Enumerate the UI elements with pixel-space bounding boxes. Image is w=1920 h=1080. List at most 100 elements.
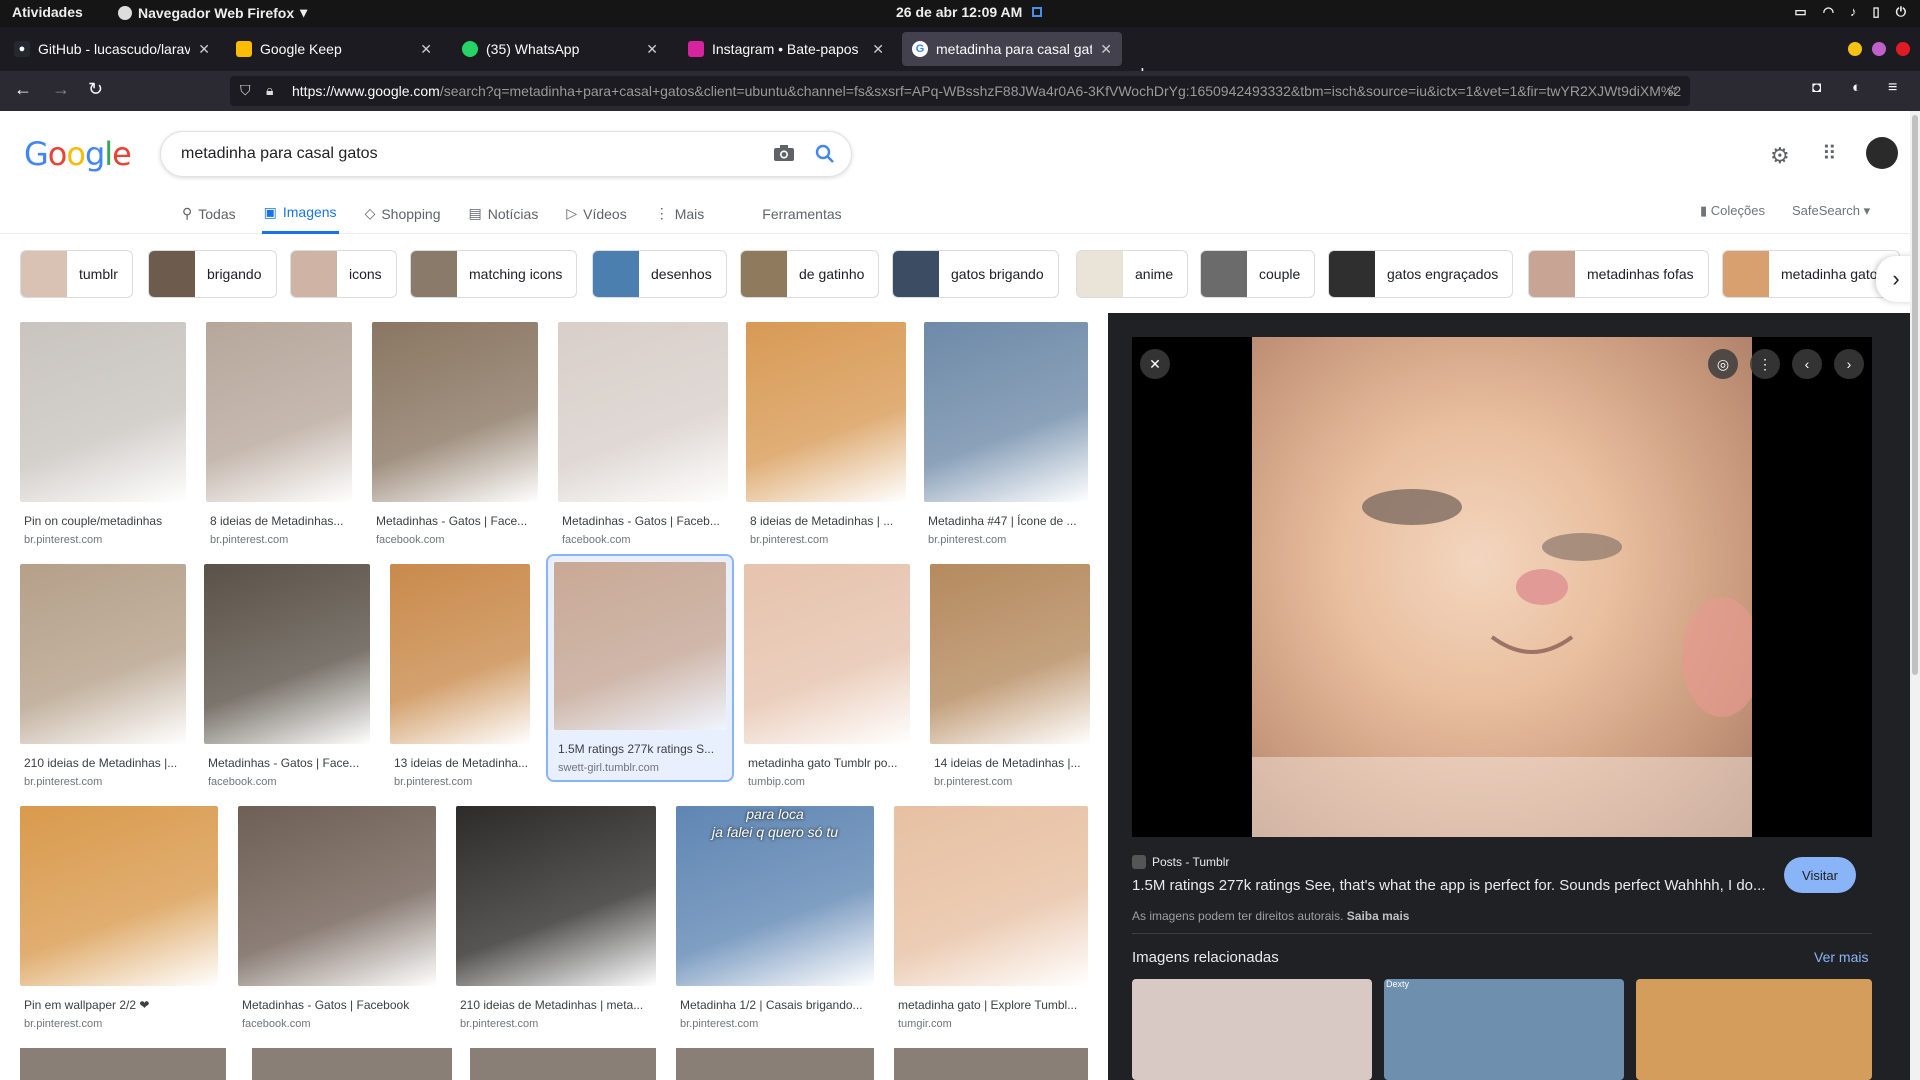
google-lens-icon[interactable]: ◎ [1708,349,1738,379]
image-result[interactable] [894,1048,1088,1080]
tab-google-search[interactable]: G metadinha para casal gatos ✕ [902,32,1122,66]
image-result[interactable] [470,1048,656,1080]
activities-button[interactable]: Atividades [12,4,83,20]
result-source[interactable]: tumbip.com [744,776,910,788]
chip-gatos-brigando[interactable]: gatos brigando [892,250,1059,298]
camera-icon[interactable] [773,144,795,162]
visit-button[interactable]: Visitar [1784,857,1856,893]
more-options-icon[interactable]: ⋮ [1750,349,1780,379]
collections-button[interactable]: ▮ Coleções [1700,203,1765,219]
app-menu[interactable]: Navegador Web Firefox ▾ [118,4,307,21]
related-image[interactable] [1636,979,1872,1080]
tab-imagens[interactable]: ▣ Imagens [261,193,339,234]
chip-tumblr[interactable]: tumblr [20,250,133,298]
result-source[interactable]: br.pinterest.com [924,534,1088,546]
tab-instagram[interactable]: Instagram • Bate-papos ✕ [678,32,894,66]
menu-icon[interactable]: ≡ [1888,79,1897,97]
forward-button[interactable]: → [52,79,70,100]
image-result[interactable] [252,1048,452,1080]
result-caption[interactable]: Pin on couple/metadinhas [20,514,186,528]
image-result[interactable]: 14 ideias de Metadinhas |... br.pinterest… [930,564,1090,788]
clock[interactable]: 26 de abr 12:09 AM [896,4,1043,20]
close-icon[interactable]: ✕ [420,41,432,58]
related-image[interactable] [1132,979,1372,1080]
result-source[interactable]: br.pinterest.com [390,776,530,788]
scrollbar-thumb[interactable] [1912,115,1918,675]
url-bar[interactable]: ⛉ 🔒︎ https://www.google.com/search?q=met… [230,76,1690,106]
result-source[interactable]: facebook.com [238,1018,436,1030]
search-icon[interactable] [813,142,837,166]
close-icon[interactable]: ✕ [198,41,210,58]
image-result[interactable]: Metadinhas - Gatos | Face... facebook.com [204,564,370,788]
image-result[interactable]: 210 ideias de Metadinhas |... br.pinteres… [20,564,186,788]
tab-videos[interactable]: ▷ Vídeos [564,193,628,234]
tab-noticias[interactable]: ▤ Notícias [467,193,541,234]
result-thumbnail[interactable] [20,322,186,502]
chip-icons[interactable]: icons [290,250,397,298]
result-source[interactable]: facebook.com [558,534,728,546]
search-input[interactable] [181,142,741,166]
image-result[interactable]: 210 ideias de Metadinhas | meta... br.pin… [456,806,656,1030]
preview-image-frame[interactable]: ✕ ◎ ⋮ ‹ › [1132,337,1872,837]
preview-source[interactable]: Posts - Tumblr [1132,855,1229,869]
result-thumbnail[interactable] [238,806,436,986]
see-more-link[interactable]: Ver mais [1814,949,1868,965]
bookmark-star-icon[interactable]: ☆ [1666,82,1679,99]
result-caption[interactable]: Metadinhas - Gatos | Facebook [238,998,436,1012]
lock-icon[interactable]: 🔒︎ [266,82,273,99]
tools-button[interactable]: Ferramentas [760,193,843,234]
shield-icon[interactable]: ⛉ [240,82,251,99]
tab-todas[interactable]: ⚲ Todas [180,193,238,234]
result-caption[interactable]: 14 ideias de Metadinhas |... [930,756,1090,770]
google-logo[interactable]: Google [24,135,132,173]
chip-de-gatinho[interactable]: de gatinho [740,250,880,298]
result-thumbnail[interactable] [204,564,370,744]
result-caption[interactable]: Metadinhas - Gatos | Face... [204,756,370,770]
chip-matching-icons[interactable]: matching icons [410,250,578,298]
image-result[interactable]: Metadinha #47 | Ícone de ... br.pinterest… [924,322,1088,546]
safesearch-dropdown[interactable]: SafeSearch ▾ [1792,203,1870,219]
result-thumbnail[interactable] [20,806,218,986]
image-result[interactable]: Pin on couple/metadinhas br.pinterest.com [20,322,186,546]
tab-google-keep[interactable]: Google Keep ✕ [226,32,442,66]
close-panel-icon[interactable]: ✕ [1140,349,1170,379]
result-source[interactable]: tumgir.com [894,1018,1088,1030]
learn-more-link[interactable]: Saiba mais [1347,909,1410,923]
image-result[interactable]: Metadinhas - Gatos | Face... facebook.com [372,322,538,546]
close-window-button[interactable] [1896,42,1910,56]
result-thumbnail[interactable] [456,806,656,986]
close-icon[interactable]: ✕ [646,41,658,58]
result-source[interactable]: br.pinterest.com [746,534,906,546]
chip-gatos-engraçados[interactable]: gatos engraçados [1328,250,1514,298]
result-thumbnail[interactable] [746,322,906,502]
image-result[interactable]: 13 ideias de Metadinha... br.pinterest.co… [390,564,530,788]
next-image-icon[interactable]: › [1834,349,1864,379]
chip-metadinha-gatos[interactable]: metadinha gatos [1722,250,1900,298]
result-thumbnail[interactable] [558,322,728,502]
reload-button[interactable]: ↻ [88,79,103,100]
result-source[interactable]: swett-girl.tumblr.com [554,762,726,774]
tab-whatsapp[interactable]: (35) WhatsApp ✕ [452,32,668,66]
chip-couple[interactable]: couple [1200,250,1316,298]
result-caption[interactable]: Pin em wallpaper 2/2 ❤ [20,998,218,1012]
chip-metadinhas-fofas[interactable]: metadinhas fofas [1528,250,1709,298]
image-result[interactable] [20,1048,226,1080]
system-tray[interactable]: ▭ ◠ ♪ ▯ ⏻ [1794,4,1906,20]
result-source[interactable]: br.pinterest.com [20,534,186,546]
image-result[interactable]: Metadinhas - Gatos | Faceb... facebook.co… [558,322,728,546]
result-caption[interactable]: Metadinhas - Gatos | Faceb... [558,514,728,528]
result-thumbnail[interactable] [390,564,530,744]
extensions-icon[interactable]: ◐ [1852,79,1861,96]
avatar[interactable] [1866,137,1898,169]
result-caption[interactable]: 210 ideias de Metadinhas |... [20,756,186,770]
preview-image[interactable] [1252,337,1762,837]
maximize-button[interactable] [1872,42,1886,56]
image-result[interactable]: Metadinhas - Gatos | Facebook facebook.co… [238,806,436,1030]
apps-grid-icon[interactable]: ⠿ [1822,141,1837,166]
tab-shopping[interactable]: ◇ Shopping [363,193,443,234]
chip-desenhos[interactable]: desenhos [592,250,727,298]
result-source[interactable]: facebook.com [372,534,538,546]
related-image[interactable]: Dexty [1384,979,1624,1080]
result-caption[interactable]: 1.5M ratings 277k ratings S... [554,742,726,756]
result-caption[interactable]: 210 ideias de Metadinhas | meta... [456,998,656,1012]
